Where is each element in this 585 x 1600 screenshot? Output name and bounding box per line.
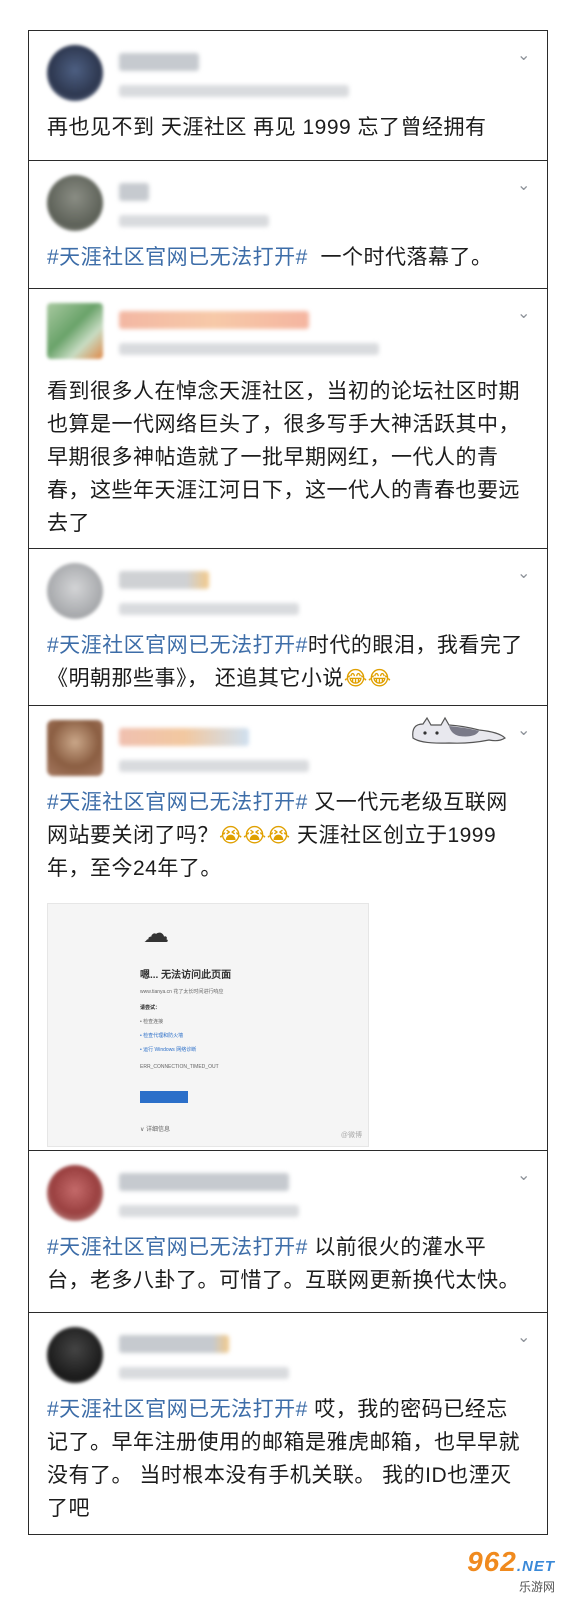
crying-emoji-icon: 😭😭😭 xyxy=(219,823,291,847)
cat-sticker-icon xyxy=(412,716,506,744)
post-meta-blurred xyxy=(119,760,309,772)
site-watermark: 962.NET 乐游网 xyxy=(447,1546,575,1595)
post-meta-blurred xyxy=(119,603,299,615)
username-blurred[interactable] xyxy=(119,1173,289,1191)
comment-text: #天涯社区官网已无法打开# 以前很火的灌水平台，老多八卦了。可惜了。互联网更新换… xyxy=(47,1236,520,1292)
comment-card: ⌄ #天涯社区官网已无法打开# 以前很火的灌水平台，老多八卦了。可惜了。互联网更… xyxy=(29,1151,547,1313)
chevron-down-icon[interactable]: ⌄ xyxy=(517,47,530,63)
username-blurred[interactable] xyxy=(119,728,249,746)
avatar[interactable] xyxy=(47,175,103,231)
comment-text: #天涯社区官网已无法打开# 哎，我的密码已经忘记了。早年注册使用的邮箱是雅虎邮箱… xyxy=(47,1398,520,1520)
sad-cloud-icon: ☁ xyxy=(143,918,169,948)
avatar[interactable] xyxy=(47,303,103,359)
topic-hashtag[interactable]: #天涯社区官网已无法打开# xyxy=(47,791,308,814)
chevron-down-icon[interactable]: ⌄ xyxy=(517,722,530,738)
error-item: • 运行 Windows 网络诊断 xyxy=(140,1047,197,1053)
error-item: • 检查连接 xyxy=(140,1019,164,1025)
username-blurred[interactable] xyxy=(119,183,149,201)
refresh-button xyxy=(140,1091,188,1103)
username-blurred[interactable] xyxy=(119,1335,229,1353)
comment-text: 再也见不到 天涯社区 再见 1999 忘了曾经拥有 xyxy=(47,116,487,139)
comment-text: 看到很多人在悼念天涯社区，当初的论坛社区时期也算是一代网络巨头了，很多写手大神活… xyxy=(47,380,520,535)
topic-hashtag[interactable]: #天涯社区官网已无法打开# xyxy=(47,1236,308,1259)
watermark-site: 乐游网 xyxy=(516,1578,557,1595)
username-blurred[interactable] xyxy=(119,571,209,589)
topic-hashtag[interactable]: #天涯社区官网已无法打开# xyxy=(47,634,308,657)
post-meta-blurred xyxy=(119,1367,289,1379)
comment-text: #天涯社区官网已无法打开# 一个时代落幕了。 xyxy=(47,246,493,269)
details-toggle: ∨ 详细信息 xyxy=(140,1127,171,1133)
avatar[interactable] xyxy=(47,1327,103,1383)
username-blurred[interactable] xyxy=(119,53,199,71)
comment-card: ⌄ 再也见不到 天涯社区 再见 1999 忘了曾经拥有 xyxy=(29,31,547,161)
comment-card: ⌄ 看到很多人在悼念天涯社区，当初的论坛社区时期也算是一代网络巨头了，很多写手大… xyxy=(29,289,547,549)
avatar[interactable] xyxy=(47,720,103,776)
avatar[interactable] xyxy=(47,45,103,101)
comment-card: ⌄ #天涯社区官网已无法打开# 哎，我的密码已经忘记了。早年注册使用的邮箱是雅虎… xyxy=(29,1313,547,1535)
chevron-down-icon[interactable]: ⌄ xyxy=(517,1329,530,1345)
comment-card: ⌄ #天涯社区官网已无法打开# 又一代元老级互联网网站要关闭了吗？😭😭😭 天涯社… xyxy=(29,706,547,1151)
laugh-cry-emoji-icon: 😂😂 xyxy=(343,666,392,690)
chevron-down-icon[interactable]: ⌄ xyxy=(517,1167,530,1183)
chevron-down-icon[interactable]: ⌄ xyxy=(517,177,530,193)
comment-card: ⌄ #天涯社区官网已无法打开#时代的眼泪，我看完了《明朝那些事》， 还追其它小说… xyxy=(29,549,547,706)
chevron-down-icon[interactable]: ⌄ xyxy=(517,305,530,321)
comment-feed: ⌄ 再也见不到 天涯社区 再见 1999 忘了曾经拥有 ⌄ #天涯社区官网已无法… xyxy=(28,30,548,1535)
topic-hashtag[interactable]: #天涯社区官网已无法打开# xyxy=(47,246,308,269)
comment-text: #天涯社区官网已无法打开# 又一代元老级互联网网站要关闭了吗？😭😭😭 天涯社区创… xyxy=(47,791,508,880)
avatar[interactable] xyxy=(47,563,103,619)
error-url-line: www.tianya.cn 花了太长时间进行响应 xyxy=(140,989,224,995)
post-meta-blurred xyxy=(119,85,349,97)
watermark-brand: 962.NET xyxy=(467,1546,555,1577)
username-blurred[interactable] xyxy=(119,311,309,329)
attached-image[interactable]: ☁ 嗯... 无法访问此页面 www.tianya.cn 花了太长时间进行响应 … xyxy=(47,903,369,1147)
comment-card: ⌄ #天涯社区官网已无法打开# 一个时代落幕了。 xyxy=(29,161,547,289)
post-meta-blurred xyxy=(119,1205,299,1217)
error-item: • 检查代理和防火墙 xyxy=(140,1033,184,1039)
topic-hashtag[interactable]: #天涯社区官网已无法打开# xyxy=(47,1398,308,1421)
post-meta-blurred xyxy=(119,343,379,355)
error-title: 嗯... 无法访问此页面 xyxy=(140,970,232,981)
chevron-down-icon[interactable]: ⌄ xyxy=(517,565,530,581)
error-try-label: 请尝试： xyxy=(140,1005,161,1011)
image-watermark: @微博 xyxy=(340,1132,362,1139)
avatar[interactable] xyxy=(47,1165,103,1221)
comment-text: #天涯社区官网已无法打开#时代的眼泪，我看完了《明朝那些事》， 还追其它小说😂😂 xyxy=(47,629,533,695)
error-code: ERR_CONNECTION_TIMED_OUT xyxy=(140,1064,219,1070)
post-meta-blurred xyxy=(119,215,269,227)
